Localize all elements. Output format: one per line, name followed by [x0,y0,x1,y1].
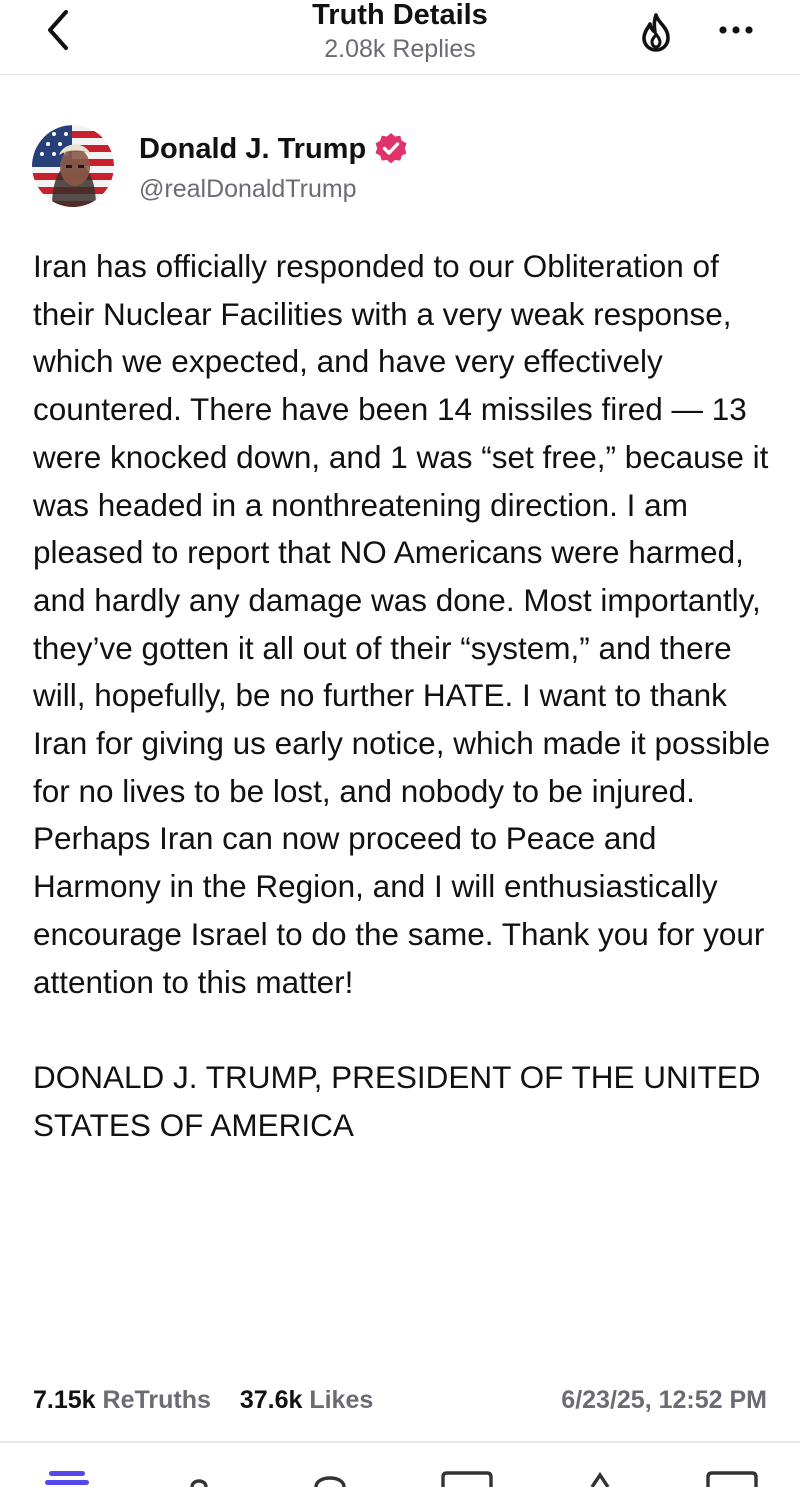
verified-badge-icon [375,133,407,164]
menu-icon[interactable] [706,1471,758,1487]
retruths-label: ReTruths [102,1386,211,1414]
home-icon[interactable] [45,1471,89,1487]
ellipsis-icon [719,26,753,34]
author-name-text: Donald J. Trump [139,133,367,165]
notifications-icon[interactable] [313,1471,347,1487]
avatar[interactable] [32,125,114,207]
post-timestamp: 6/23/25, 12:52 PM [561,1386,767,1414]
bottom-tab-bar [0,1443,800,1487]
author-handle[interactable]: @realDonaldTrump [139,173,357,205]
post-text: Iran has officially responded to our Obl… [33,248,771,1000]
messages-icon[interactable] [441,1471,493,1487]
retruths-count: 7.15k [33,1386,96,1414]
compose-icon[interactable] [586,1471,614,1487]
replies-count[interactable]: 2.08k Replies [0,34,800,64]
author-name[interactable]: Donald J. Trump [139,131,408,167]
more-options-button[interactable] [712,10,760,50]
page-title: Truth Details [312,0,488,31]
post-signature: DONALD J. TRUMP, PRESIDENT OF THE UNITED… [33,1058,761,1143]
likes-label: Likes [309,1386,374,1414]
post-stats: 7.15k ReTruths 37.6k Likes [33,1382,373,1418]
fire-button[interactable] [634,10,678,54]
search-icon[interactable] [188,1471,210,1487]
likes-count: 37.6k [239,1386,303,1414]
likes-stat[interactable]: 37.6k Likes [240,1382,373,1418]
top-bar: Truth Details 2.08k Replies [0,0,800,75]
post-body: Iran has officially responded to our Obl… [33,243,773,1149]
retruths-stat[interactable]: 7.15k ReTruths [33,1382,211,1418]
fire-icon [642,13,670,52]
